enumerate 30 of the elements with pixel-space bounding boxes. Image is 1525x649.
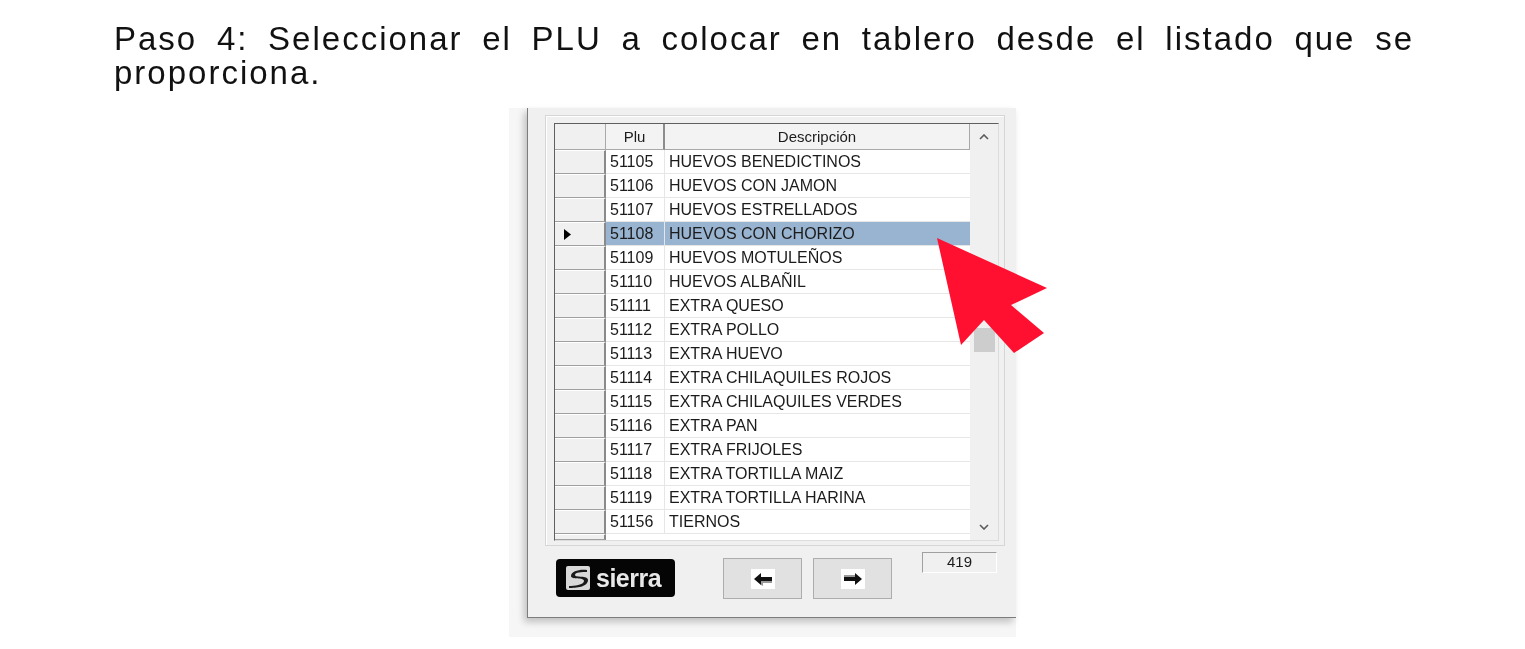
previous-button[interactable] [723,558,802,599]
column-header-corner [555,124,606,150]
row-header-cell[interactable] [555,414,606,438]
row-header-cell[interactable] [555,534,606,540]
row-header-cell[interactable] [555,174,606,198]
column-header[interactable]: Plu [606,124,665,150]
row-header-cell[interactable] [555,438,606,462]
logo-mark-icon [566,566,590,590]
scrollbar-thumb[interactable] [973,328,995,352]
row-header-cell[interactable] [555,510,606,534]
column-header[interactable]: Descripción [665,124,970,150]
next-button[interactable] [813,558,892,599]
row-pointer-icon [564,228,571,240]
row-header-cell[interactable] [555,342,606,366]
row-header-cell[interactable] [555,294,606,318]
row-header-cell[interactable] [555,318,606,342]
instruction-text: Paso 4: Seleccionar el PLU a colocar en tablero desde el listado que se proporciona. [114,19,1414,90]
row-header-cell[interactable] [555,150,606,174]
chevron-down-icon [979,524,989,530]
row-header-cell[interactable] [555,222,606,246]
record-count-field: 419 [922,552,997,573]
row-header-cell[interactable] [555,462,606,486]
row-header-cell[interactable] [555,270,606,294]
chevron-up-icon [979,134,989,140]
row-header-cell[interactable] [555,390,606,414]
row-header-cell[interactable] [555,246,606,270]
row-header-cell[interactable] [555,486,606,510]
logo-wordmark: sierra [596,564,662,592]
row-header-cell[interactable] [555,198,606,222]
row-header-cell[interactable] [555,366,606,390]
